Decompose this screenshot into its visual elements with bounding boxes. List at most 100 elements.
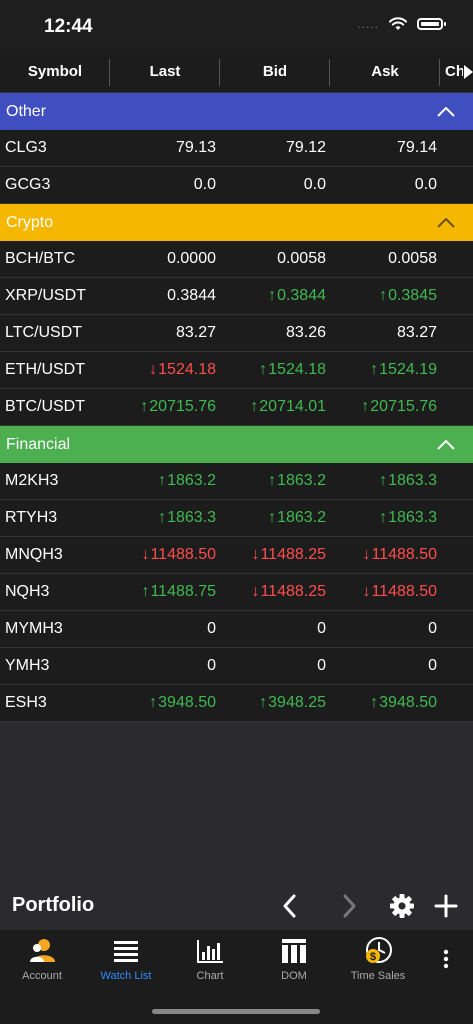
column-ask[interactable]: Ask [330,52,440,92]
arrow-up-icon: ↑ [141,583,150,600]
portfolio-title[interactable]: Portfolio [12,894,94,917]
column-bid[interactable]: Bid [220,52,330,92]
bid-value: 11488.25 [260,546,326,563]
tab-watch-list[interactable]: Watch List [84,936,168,982]
arrow-up-icon: ↑ [379,509,388,526]
tab-label: Account [22,970,62,982]
bid-value: 0 [317,657,326,674]
arrow-up-icon: ↑ [370,361,379,378]
column-last[interactable]: Last [110,52,220,92]
tab-account[interactable]: Account [0,936,84,982]
ask-cell: ↑1524.19 [370,352,437,388]
ask-value: 11488.50 [371,583,437,600]
home-indicator [152,1009,320,1014]
symbol-cell: MYMH3 [5,620,63,637]
ask-value: 0 [428,620,437,637]
last-cell: 0.3844 [167,278,216,314]
table-row[interactable]: BTC/USDT ↑20715.76 ↑20714.01 ↑20715.76 [0,389,473,426]
bid-cell: ↑1863.2 [268,463,326,499]
column-change[interactable]: Ch [445,52,463,92]
arrow-down-icon: ↓ [362,583,371,600]
last-cell: ↑3948.50 [149,685,216,721]
column-symbol[interactable]: Symbol [0,52,110,92]
arrow-up-icon: ↑ [370,694,379,711]
arrow-up-icon: ↑ [140,398,149,415]
last-value: 1863.2 [167,472,216,489]
symbol-cell: YMH3 [5,657,50,674]
wifi-icon [389,17,407,30]
last-cell: ↑11488.75 [141,574,216,610]
scroll-right-icon[interactable] [464,65,473,79]
table-row[interactable]: M2KH3 ↑1863.2 ↑1863.2 ↑1863.3 [0,463,473,500]
ask-value: 1524.19 [379,361,437,378]
arrow-up-icon: ↑ [158,509,167,526]
table-row[interactable]: ETH/USDT ↓1524.18 ↑1524.18 ↑1524.19 [0,352,473,389]
last-value: 79.13 [175,139,216,156]
ask-value: 3948.50 [379,694,437,711]
last-value: 83.27 [175,324,216,341]
gear-icon[interactable] [387,891,417,921]
tab-label: Time Sales [350,970,406,982]
symbol-cell: ESH3 [5,694,47,711]
table-row[interactable]: LTC/USDT 83.27 83.26 83.27 [0,315,473,352]
table-row[interactable]: YMH3 0 0 0 [0,648,473,685]
ask-cell: 0.0 [415,167,437,203]
bid-cell: ↑3948.25 [259,685,326,721]
bid-value: 11488.25 [260,583,326,600]
ask-value: 11488.50 [371,546,437,563]
arrow-up-icon: ↑ [268,472,277,489]
group-header-financial[interactable]: Financial [0,426,473,463]
ask-cell: ↑3948.50 [370,685,437,721]
add-icon[interactable] [431,891,461,921]
tab-time-sales[interactable]: $ Time Sales [336,936,420,982]
table-row[interactable]: RTYH3 ↑1863.3 ↑1863.2 ↑1863.3 [0,500,473,537]
dom-icon [282,939,306,963]
arrow-up-icon: ↑ [259,361,268,378]
tab-dom[interactable]: DOM [252,936,336,982]
symbol-cell: BTC/USDT [5,398,85,415]
chevron-left-icon[interactable] [275,891,305,921]
last-cell: 0 [207,648,216,684]
last-cell: ↑20715.76 [140,389,216,425]
tab-chart[interactable]: Chart [168,936,252,982]
ask-value: 0 [428,657,437,674]
last-value: 20715.76 [149,398,216,415]
arrow-up-icon: ↑ [379,287,388,304]
group-header-crypto[interactable]: Crypto [0,204,473,241]
symbol-cell: CLG3 [5,139,47,156]
table-row[interactable]: GCG3 0.0 0.0 0.0 [0,167,473,204]
status-bar: 12:44 ..... [0,0,473,52]
bid-cell: ↓11488.25 [251,574,326,610]
bid-value: 0.0 [303,176,326,193]
ask-cell: ↑20715.76 [361,389,437,425]
table-row[interactable]: ESH3 ↑3948.50 ↑3948.25 ↑3948.50 [0,685,473,722]
collapse-chevron-icon[interactable] [437,440,455,450]
table-row[interactable]: BCH/BTC 0.0000 0.0058 0.0058 [0,241,473,278]
table-row[interactable]: MYMH3 0 0 0 [0,611,473,648]
ask-value: 79.14 [396,139,437,156]
bid-cell: 0 [317,648,326,684]
ask-value: 83.27 [396,324,437,341]
symbol-cell: MNQH3 [5,546,63,563]
table-row[interactable]: NQH3 ↑11488.75 ↓11488.25 ↓11488.50 [0,574,473,611]
ask-cell: ↑1863.3 [379,463,437,499]
signal-icon: ..... [357,17,379,31]
more-icon[interactable] [438,948,454,970]
last-value: 0 [207,657,216,674]
arrow-down-icon: ↓ [251,546,260,563]
symbol-cell: BCH/BTC [5,250,76,267]
bid-value: 1863.2 [277,472,326,489]
collapse-chevron-icon[interactable] [437,218,455,228]
ask-value: 0.0058 [388,250,437,267]
arrow-up-icon: ↑ [250,398,259,415]
collapse-chevron-icon[interactable] [437,107,455,117]
bid-cell: 79.12 [286,130,326,166]
group-header-other[interactable]: Other [0,93,473,130]
watch-list: Other CLG3 79.13 79.12 79.14 GCG3 0.0 0.0 0.0 Cry… [0,93,473,722]
chevron-right-icon[interactable] [334,891,364,921]
last-value: 0 [207,620,216,637]
table-row[interactable]: CLG3 79.13 79.12 79.14 [0,130,473,167]
table-row[interactable]: MNQH3 ↓11488.50 ↓11488.25 ↓11488.50 [0,537,473,574]
bid-cell: 83.26 [286,315,326,351]
table-row[interactable]: XRP/USDT 0.3844 ↑0.3844 ↑0.3845 [0,278,473,315]
